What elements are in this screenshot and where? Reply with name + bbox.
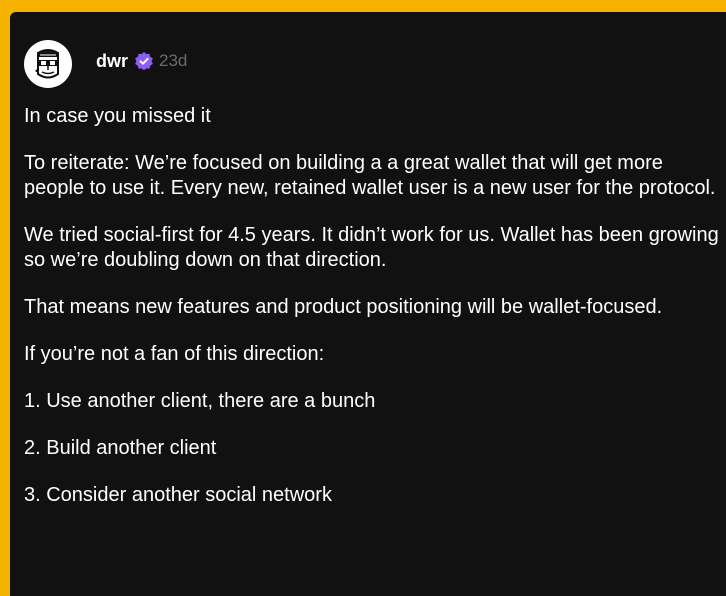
cartoon-face-avatar-icon bbox=[35, 49, 59, 79]
post-body: In case you missed it To reiterate: We’r… bbox=[24, 104, 724, 530]
post-card: dwr 23d In case you missed it To reitera… bbox=[10, 12, 726, 596]
username[interactable]: dwr bbox=[96, 51, 128, 72]
post-paragraph: We tried social-first for 4.5 years. It … bbox=[24, 224, 719, 271]
post-list-item: 1. Use another client, there are a bunch bbox=[24, 390, 376, 412]
author-meta: dwr 23d bbox=[96, 51, 187, 72]
highlight-frame: dwr 23d In case you missed it To reitera… bbox=[0, 0, 726, 596]
post-timestamp[interactable]: 23d bbox=[159, 51, 187, 71]
post-paragraph: If you’re not a fan of this direction: bbox=[24, 343, 325, 365]
post-list-item: 2. Build another client bbox=[24, 437, 217, 459]
post-header: dwr 23d bbox=[24, 40, 187, 88]
post-list-item: 3. Consider another social network bbox=[24, 484, 332, 506]
avatar[interactable] bbox=[24, 40, 72, 88]
post-paragraph: That means new features and product posi… bbox=[24, 296, 663, 318]
post-paragraph: In case you missed it bbox=[24, 105, 211, 127]
verified-badge-icon bbox=[135, 52, 153, 71]
post-paragraph: To reiterate: We’re focused on building … bbox=[24, 152, 716, 199]
